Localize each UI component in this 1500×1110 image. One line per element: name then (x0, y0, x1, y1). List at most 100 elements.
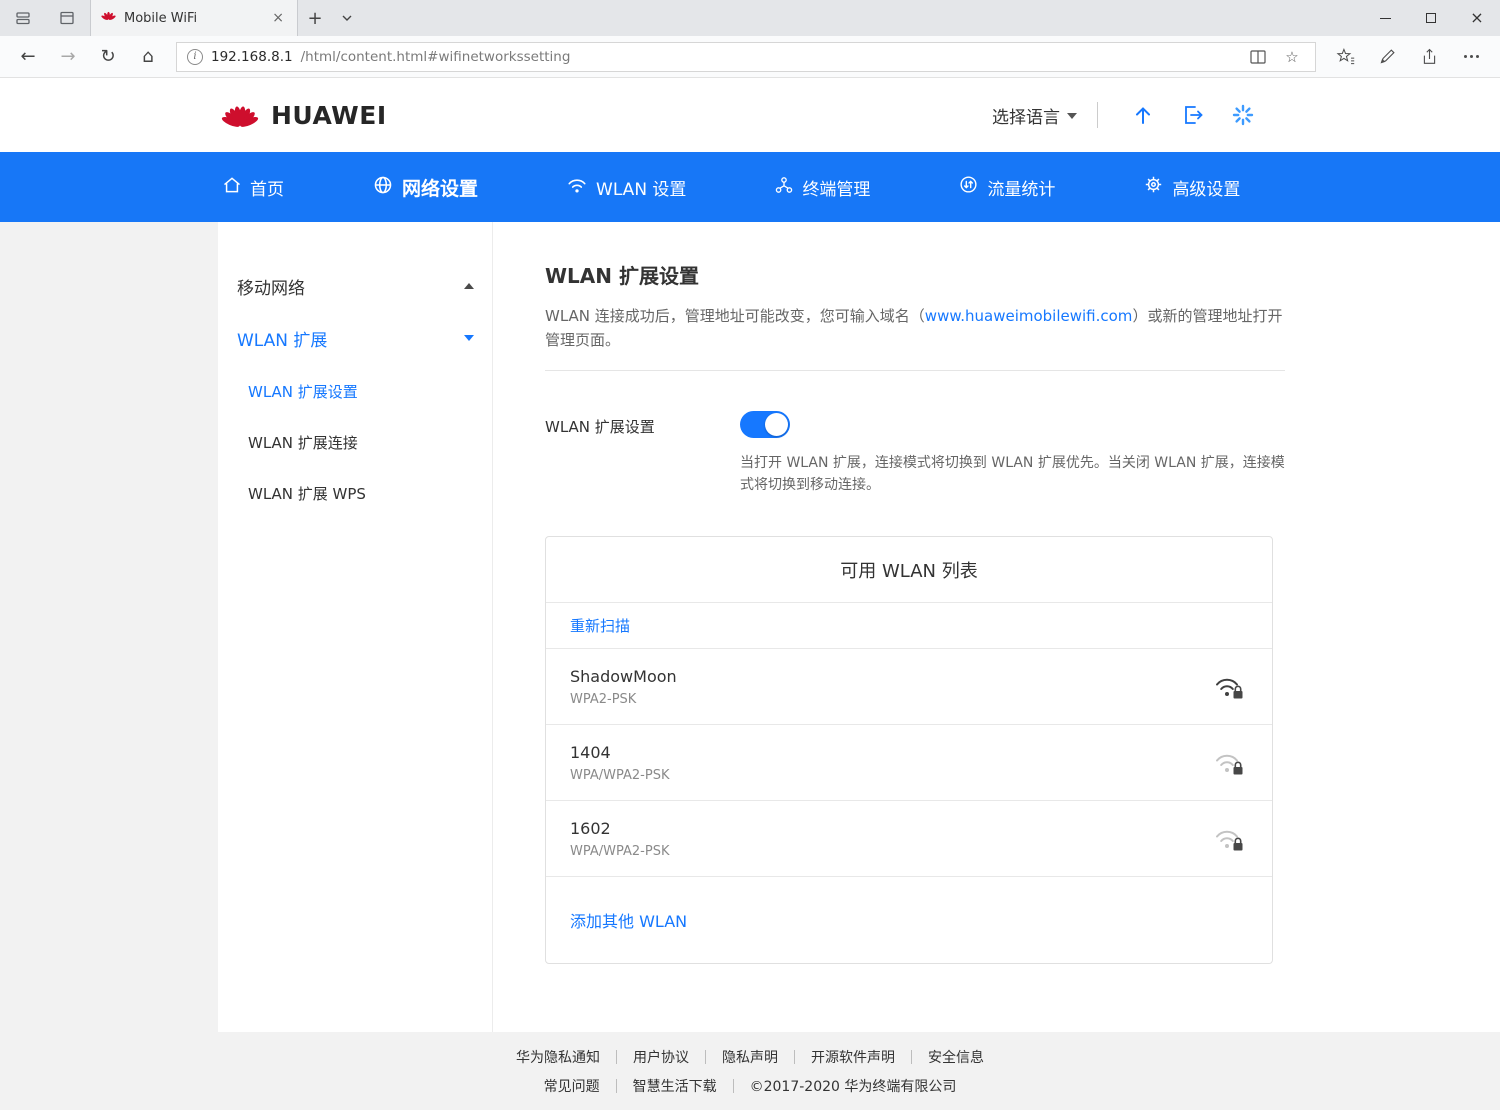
reading-view-icon[interactable] (1245, 50, 1271, 64)
rescan-row: 重新扫描 (546, 603, 1272, 649)
footer-separator (616, 1050, 617, 1064)
content-area: 移动网络 WLAN 扩展 WLAN 扩展设置 WLAN 扩展连接 WLAN 扩展… (0, 222, 1500, 1032)
sidebar-group-mobile-network[interactable]: 移动网络 (237, 260, 474, 312)
sidebar-group-label: WLAN 扩展 (237, 326, 327, 351)
window-controls: × (1362, 0, 1500, 36)
add-wlan-link[interactable]: 添加其他 WLAN (570, 908, 687, 932)
back-button[interactable]: ← (8, 40, 48, 74)
wlan-list-title: 可用 WLAN 列表 (546, 537, 1272, 603)
chevron-down-icon (1067, 113, 1077, 119)
chevron-down-icon (464, 335, 474, 341)
close-button[interactable]: × (1454, 0, 1500, 36)
sidebar-item-wlan-extend-wps[interactable]: WLAN 扩展 WPS (237, 468, 474, 519)
brand-text: HUAWEI (271, 101, 387, 130)
browser-tab[interactable]: Mobile WiFi × (90, 0, 298, 36)
footer-link-security-info[interactable]: 安全信息 (928, 1047, 984, 1067)
wlan-extend-toggle-section: WLAN 扩展设置 当打开 WLAN 扩展，连接模式将切换到 WLAN 扩展优先… (545, 411, 1290, 496)
ssid: ShadowMoon (570, 667, 677, 686)
header-controls: 选择语言 (992, 102, 1268, 128)
nav-label: 终端管理 (802, 175, 870, 200)
site-header: HUAWEI 选择语言 (0, 78, 1500, 152)
statistics-icon (958, 174, 979, 200)
footer-links-row-2: 常见问题 智慧生活下载 ©2017-2020 华为终端有限公司 (544, 1076, 957, 1096)
chevron-up-icon (464, 283, 474, 289)
nav-label: 流量统计 (987, 175, 1055, 200)
tab-strip: Mobile WiFi × + × (0, 0, 1500, 36)
footer-link-faq[interactable]: 常见问题 (544, 1076, 600, 1096)
management-url-link[interactable]: www.huaweimobilewifi.com (925, 307, 1133, 325)
footer-link-privacy-statement[interactable]: 隐私声明 (722, 1047, 778, 1067)
more-options-icon[interactable] (1450, 40, 1492, 74)
nav-item-wlan-settings[interactable]: WLAN 设置 (566, 175, 686, 200)
tab-preview-icon[interactable] (52, 4, 82, 32)
huawei-logo: HUAWEI (218, 98, 387, 132)
rescan-link[interactable]: 重新扫描 (570, 615, 630, 636)
main-nav: 首页 网络设置 WLAN 设置 终端管理 流量统计 高级设置 (0, 152, 1500, 222)
footer-link-privacy-notice[interactable]: 华为隐私通知 (516, 1047, 600, 1067)
wlan-row-info: 1602 WPA/WPA2-PSK (570, 819, 669, 859)
nav-item-advanced-settings[interactable]: 高级设置 (1143, 174, 1240, 200)
page-footer: 华为隐私通知 用户协议 隐私声明 开源软件声明 安全信息 常见问题 智慧生活下载… (0, 1032, 1500, 1110)
wifi-signal-lock-icon (1214, 750, 1244, 776)
wlan-extend-toggle[interactable] (740, 411, 790, 438)
home-icon (222, 175, 242, 200)
nav-item-home[interactable]: 首页 (222, 175, 284, 200)
add-wlan-row: 添加其他 WLAN (546, 877, 1272, 963)
toggle-help-text: 当打开 WLAN 扩展，连接模式将切换到 WLAN 扩展优先。当关闭 WLAN … (740, 452, 1290, 496)
left-gutter (0, 222, 218, 1032)
loading-spinner-icon[interactable] (1231, 103, 1255, 127)
nav-item-statistics[interactable]: 流量统计 (958, 174, 1055, 200)
security-type: WPA2-PSK (570, 692, 677, 707)
forward-button[interactable]: → (48, 40, 88, 74)
description-text: WLAN 连接成功后，管理地址可能改变，您可输入域名（ (545, 307, 925, 325)
footer-link-ai-life-download[interactable]: 智慧生活下载 (633, 1076, 717, 1096)
footer-separator (794, 1050, 795, 1064)
content-card: 移动网络 WLAN 扩展 WLAN 扩展设置 WLAN 扩展连接 WLAN 扩展… (218, 222, 1298, 1032)
huawei-flower-icon (218, 98, 262, 132)
logout-button[interactable] (1181, 103, 1205, 127)
nav-label: 首页 (250, 175, 284, 200)
nav-item-network-settings[interactable]: 网络设置 (372, 174, 478, 201)
maximize-button[interactable] (1408, 0, 1454, 36)
nav-label: WLAN 设置 (596, 175, 686, 200)
back-to-top-button[interactable] (1131, 103, 1155, 127)
wlan-row[interactable]: 1404 WPA/WPA2-PSK (546, 725, 1272, 801)
wlan-row[interactable]: 1602 WPA/WPA2-PSK (546, 801, 1272, 877)
wifi-signal-lock-icon (1214, 826, 1244, 852)
header-divider (1097, 102, 1098, 128)
nav-item-device-management[interactable]: 终端管理 (774, 175, 870, 200)
main-panel: WLAN 扩展设置 WLAN 连接成功后，管理地址可能改变，您可输入域名（www… (493, 222, 1300, 1032)
security-type: WPA/WPA2-PSK (570, 844, 669, 859)
wlan-list-card: 可用 WLAN 列表 重新扫描 ShadowMoon WPA2-PSK 1 (545, 536, 1273, 964)
url-host: 192.168.8.1 (211, 49, 293, 65)
sidebar-item-wlan-extend-connection[interactable]: WLAN 扩展连接 (237, 417, 474, 468)
tab-list-chevron-down-icon[interactable] (332, 0, 362, 36)
tab-close-icon[interactable]: × (269, 10, 287, 26)
minimize-button[interactable] (1362, 0, 1408, 36)
globe-icon (372, 174, 394, 201)
home-button[interactable]: ⌂ (128, 40, 168, 74)
add-favorite-star-icon[interactable]: ☆ (1279, 48, 1305, 66)
security-type: WPA/WPA2-PSK (570, 768, 669, 783)
wifi-signal-lock-icon (1214, 674, 1244, 700)
address-bar[interactable]: i 192.168.8.1 /html/content.html#wifinet… (176, 42, 1316, 72)
footer-link-open-source[interactable]: 开源软件声明 (811, 1047, 895, 1067)
page-title: WLAN 扩展设置 (545, 262, 1290, 290)
new-tab-button[interactable]: + (298, 0, 332, 36)
footer-separator (705, 1050, 706, 1064)
favorites-hub-icon[interactable] (1324, 40, 1366, 74)
devices-icon (774, 175, 794, 200)
sidebar-group-wlan-extend[interactable]: WLAN 扩展 (237, 312, 474, 364)
web-note-pen-icon[interactable] (1366, 40, 1408, 74)
footer-link-user-agreement[interactable]: 用户协议 (633, 1047, 689, 1067)
language-selector[interactable]: 选择语言 (992, 103, 1077, 128)
set-aside-tabs-icon[interactable] (8, 4, 38, 32)
wlan-row[interactable]: ShadowMoon WPA2-PSK (546, 649, 1272, 725)
sidebar-item-wlan-extend-settings[interactable]: WLAN 扩展设置 (237, 366, 474, 417)
site-info-icon[interactable]: i (187, 49, 203, 65)
tab-strip-spacer (362, 0, 1362, 36)
share-icon[interactable] (1408, 40, 1450, 74)
footer-separator (911, 1050, 912, 1064)
footer-separator (733, 1079, 734, 1093)
refresh-button[interactable]: ↻ (88, 40, 128, 74)
